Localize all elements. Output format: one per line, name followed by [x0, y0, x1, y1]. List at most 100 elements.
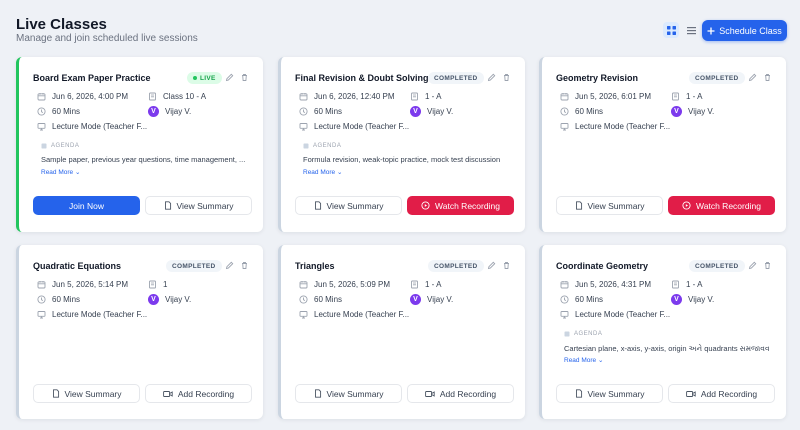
chevron-down-icon: ⌄ [74, 169, 81, 176]
delete-icon[interactable] [763, 73, 772, 82]
list-icon [686, 26, 696, 35]
video-camera-icon [163, 390, 173, 398]
view-summary-button[interactable]: View Summary [33, 384, 140, 403]
class-section: Class 10 - A [148, 92, 206, 101]
delete-icon[interactable] [502, 261, 511, 270]
live-dot-icon [193, 76, 197, 80]
datetime-text: Jun 5, 2026, 6:01 PM [575, 92, 652, 101]
add-recording-button[interactable]: Add Recording [145, 384, 252, 403]
view-summary-label: View Summary [64, 388, 122, 399]
view-summary-label: View Summary [587, 200, 645, 211]
edit-icon[interactable] [748, 261, 757, 270]
agenda-text: Sample paper, previous year questions, t… [41, 155, 246, 164]
read-more-label: Read More [303, 169, 336, 176]
teacher-name: Vijay V. [688, 295, 715, 304]
book-icon [671, 92, 680, 101]
status-badge: COMPLETED [689, 260, 745, 272]
section-text: 1 - A [686, 280, 703, 289]
edit-icon[interactable] [487, 261, 496, 270]
clock-icon [299, 295, 308, 304]
book-icon [410, 280, 419, 289]
view-toggle [663, 22, 699, 38]
avatar: V [148, 294, 159, 305]
class-teacher: V Vijay V. [671, 294, 714, 305]
class-duration: 60 Mins [299, 295, 342, 304]
duration-text: 60 Mins [575, 295, 604, 304]
delete-icon[interactable] [502, 73, 511, 82]
edit-icon[interactable] [748, 73, 757, 82]
page-title: Live Classes [16, 16, 107, 33]
add-recording-label: Add Recording [439, 388, 497, 399]
join-now-label: Join Now [69, 200, 104, 211]
duration-text: 60 Mins [52, 107, 81, 116]
join-now-button[interactable]: Join Now [33, 196, 140, 215]
document-icon [575, 201, 583, 210]
delete-icon[interactable] [240, 73, 249, 82]
grid-view-button[interactable] [663, 22, 679, 38]
edit-icon[interactable] [225, 73, 234, 82]
watch-recording-label: Watch Recording [696, 200, 761, 211]
list-view-button[interactable] [683, 22, 699, 38]
schedule-class-label: Schedule Class [719, 25, 782, 36]
class-mode: Lecture Mode (Teacher F... [299, 310, 409, 319]
class-title: Quadratic Equations [33, 261, 122, 271]
class-mode: Lecture Mode (Teacher F... [37, 310, 147, 319]
monitor-icon [299, 310, 308, 319]
schedule-class-button[interactable]: Schedule Class [702, 20, 787, 41]
avatar: V [671, 106, 682, 117]
watch-recording-button[interactable]: Watch Recording [407, 196, 514, 215]
document-icon [314, 201, 322, 210]
class-duration: 60 Mins [299, 107, 342, 116]
teacher-name: Vijay V. [427, 295, 454, 304]
monitor-icon [299, 122, 308, 131]
edit-icon[interactable] [487, 73, 496, 82]
class-title: Geometry Revision [556, 73, 639, 83]
view-summary-label: View Summary [326, 200, 384, 211]
read-more-link[interactable]: Read More ⌄ [303, 168, 342, 176]
class-datetime: Jun 6, 2026, 4:00 PM [37, 92, 128, 101]
watch-recording-button[interactable]: Watch Recording [668, 196, 775, 215]
class-card: Final Revision & Doubt Solving COMPLETED… [278, 57, 525, 232]
class-duration: 60 Mins [560, 295, 603, 304]
view-summary-button[interactable]: View Summary [556, 384, 663, 403]
datetime-text: Jun 6, 2026, 12:40 PM [314, 92, 395, 101]
class-teacher: V Vijay V. [148, 294, 191, 305]
list-icon [41, 143, 47, 149]
book-icon [148, 92, 157, 101]
delete-icon[interactable] [763, 261, 772, 270]
teacher-name: Vijay V. [165, 107, 192, 116]
edit-icon[interactable] [225, 261, 234, 270]
view-summary-button[interactable]: View Summary [295, 196, 402, 215]
class-datetime: Jun 5, 2026, 5:09 PM [299, 280, 390, 289]
class-teacher: V Vijay V. [410, 294, 453, 305]
document-icon [314, 389, 322, 398]
add-recording-button[interactable]: Add Recording [407, 384, 514, 403]
class-mode: Lecture Mode (Teacher F... [560, 122, 670, 131]
read-more-link[interactable]: Read More ⌄ [564, 356, 603, 364]
teacher-name: Vijay V. [427, 107, 454, 116]
class-mode: Lecture Mode (Teacher F... [560, 310, 670, 319]
read-more-link[interactable]: Read More ⌄ [41, 168, 80, 176]
class-section: 1 - A [410, 92, 441, 101]
class-title: Final Revision & Doubt Solving [295, 73, 429, 83]
agenda-text: Formula revision, weak-topic practice, m… [303, 155, 501, 164]
calendar-icon [560, 92, 569, 101]
clock-icon [299, 107, 308, 116]
view-summary-button[interactable]: View Summary [295, 384, 402, 403]
agenda-label-text: AGENDA [313, 143, 342, 149]
view-summary-label: View Summary [326, 388, 384, 399]
view-summary-label: View Summary [587, 388, 645, 399]
clock-icon [560, 295, 569, 304]
view-summary-button[interactable]: View Summary [556, 196, 663, 215]
duration-text: 60 Mins [575, 107, 604, 116]
delete-icon[interactable] [240, 261, 249, 270]
add-recording-label: Add Recording [700, 388, 758, 399]
duration-text: 60 Mins [314, 107, 343, 116]
class-card: Coordinate Geometry COMPLETED Jun 5, 202… [539, 245, 786, 419]
avatar: V [148, 106, 159, 117]
add-recording-button[interactable]: Add Recording [668, 384, 775, 403]
class-section: 1 [148, 280, 167, 289]
datetime-text: Jun 5, 2026, 5:09 PM [314, 280, 391, 289]
calendar-icon [37, 92, 46, 101]
view-summary-button[interactable]: View Summary [145, 196, 252, 215]
